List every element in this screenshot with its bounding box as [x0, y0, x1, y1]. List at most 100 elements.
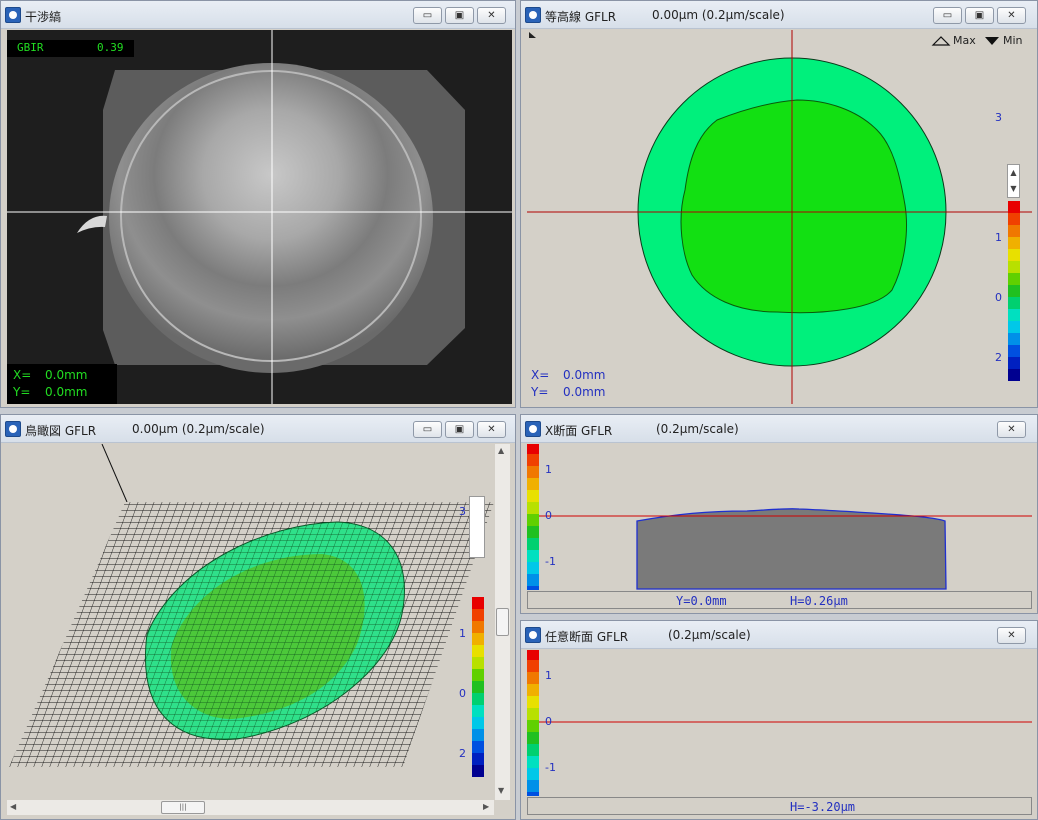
close-button[interactable]: ✕ [997, 627, 1026, 644]
color-scale-segment [527, 526, 539, 538]
scroll-down-arrow-icon[interactable]: ▼ [498, 786, 504, 795]
horizontal-scrollbar[interactable]: ◀ ||| ▶ [7, 800, 494, 815]
vertical-scrollbar[interactable]: ▲ ▼ [495, 444, 510, 800]
color-scale-segment [527, 744, 539, 756]
close-button[interactable]: ✕ [997, 7, 1026, 24]
app-icon [525, 627, 541, 643]
color-scale-segment [472, 657, 484, 669]
scale-tick-1: 1 [459, 627, 466, 640]
scale-spin-control[interactable] [469, 496, 485, 558]
color-scale-segment [1008, 261, 1020, 273]
color-scale-segment [1008, 237, 1020, 249]
color-scale-segment [472, 633, 484, 645]
gbir-label: GBIR [17, 41, 44, 54]
maximize-button[interactable]: ▣ [445, 421, 474, 438]
color-scale-segment [527, 586, 539, 590]
close-button[interactable]: ✕ [477, 7, 506, 24]
color-scale-segment [472, 705, 484, 717]
y-coord-value: 0.0mm [45, 385, 88, 399]
vertical-scroll-thumb[interactable] [496, 608, 509, 636]
color-scale-segment [472, 729, 484, 741]
scale-tick-1: 1 [545, 669, 552, 682]
y-coord-value: 0.0mm [563, 385, 606, 399]
scale-tick-1: 1 [545, 463, 552, 476]
y-position-status: Y=0.0mm [676, 594, 727, 608]
minimize-button[interactable]: ▭ [413, 421, 442, 438]
gbir-value: 0.39 [97, 41, 124, 54]
color-scale-segment [1008, 309, 1020, 321]
x-section-window: X断面 GFLR (0.2μm/scale) ✕ 1 0 -1 Y=0.0mm … [520, 414, 1038, 614]
maximize-button[interactable]: ▣ [445, 7, 474, 24]
color-scale-segment [527, 756, 539, 768]
maximize-button[interactable]: ▣ [965, 7, 994, 24]
color-scale-segment [527, 562, 539, 574]
color-scale-segment [527, 708, 539, 720]
scale-tick-minus1: -1 [545, 761, 556, 774]
color-scale-segment [1008, 285, 1020, 297]
color-scale-segment [472, 645, 484, 657]
horizontal-scroll-thumb[interactable]: ||| [161, 801, 205, 814]
x-section-titlebar[interactable]: X断面 GFLR (0.2μm/scale) ✕ [521, 415, 1037, 443]
scale-spin-control[interactable]: ▲ ▼ [1007, 164, 1020, 198]
color-scale-segment [527, 502, 539, 514]
color-scale-segment [472, 681, 484, 693]
scale-tick-minus1: -1 [545, 555, 556, 568]
x-coord-label: X= [531, 368, 550, 382]
legend-max-label: Max [953, 34, 976, 47]
color-scale-segment [1008, 333, 1020, 345]
scale-tick-0: 0 [995, 291, 1002, 304]
x-section-svg [539, 508, 1032, 590]
scale-text: 0.00μm (0.2μm/scale) [652, 8, 785, 22]
scale-text: (0.2μm/scale) [656, 422, 739, 436]
scroll-up-arrow-icon[interactable]: ▲ [498, 446, 504, 455]
minimize-button[interactable]: ▭ [933, 7, 962, 24]
color-scale-segment [527, 684, 539, 696]
arbitrary-section-plot-area[interactable]: 1 0 -1 [527, 650, 1032, 796]
window-title: 鳥瞰図 GFLR [25, 424, 97, 438]
color-scale-segment [1008, 213, 1020, 225]
color-scale-segment [527, 454, 539, 466]
contour-window: 等高線 GFLR 0.00μm (0.2μm/scale) ▭ ▣ ✕ Max … [520, 0, 1038, 408]
close-button[interactable]: ✕ [477, 421, 506, 438]
scale-text: (0.2μm/scale) [668, 628, 751, 642]
x-section-plot-area[interactable]: 1 0 -1 [527, 444, 1032, 590]
color-scale-segment [527, 720, 539, 732]
y-coord-label: Y= [531, 385, 549, 399]
wafer-disk [109, 63, 433, 373]
interference-titlebar[interactable]: 干渉縞 ▭ ▣ ✕ [1, 1, 515, 29]
birdseye-titlebar[interactable]: 鳥瞰図 GFLR 0.00μm (0.2μm/scale) ▭ ▣ ✕ [1, 415, 515, 443]
arbitrary-section-statusbar: H=-3.20μm [527, 797, 1032, 815]
height-status: H=0.26μm [790, 594, 848, 608]
fringe-image-svg [7, 30, 512, 404]
gbir-readout: GBIR 0.39 [7, 40, 134, 57]
contour-plot-area[interactable]: Max Min 3 1 0 2 ▲ ▼ X= 0.0mm Y= 0.0mm [527, 30, 1032, 404]
birdseye-plot-area[interactable]: 3 1 0 2 [7, 444, 494, 800]
y-coord-label: Y= [13, 385, 31, 399]
interference-image[interactable]: GBIR 0.39 X= 0.0mm Y= 0.0mm [7, 30, 512, 404]
corner-marker-icon [529, 32, 536, 38]
color-scale-segment [527, 550, 539, 562]
cross-section-profile [636, 508, 947, 590]
scroll-left-arrow-icon[interactable]: ◀ [10, 802, 16, 811]
color-scale-segment [1008, 225, 1020, 237]
contour-titlebar[interactable]: 等高線 GFLR 0.00μm (0.2μm/scale) ▭ ▣ ✕ [521, 1, 1037, 29]
scale-tick-0: 0 [459, 687, 466, 700]
window-title: 干渉縞 [25, 10, 62, 24]
max-marker-icon [931, 36, 951, 46]
color-scale-segment [472, 741, 484, 753]
scale-tick-0: 0 [545, 509, 552, 522]
min-marker-icon [985, 37, 999, 45]
app-icon [525, 7, 541, 23]
scroll-right-arrow-icon[interactable]: ▶ [483, 802, 489, 811]
birdseye-svg [9, 444, 494, 767]
color-scale-segment [527, 650, 539, 660]
close-button[interactable]: ✕ [997, 421, 1026, 438]
arbitrary-section-titlebar[interactable]: 任意断面 GFLR (0.2μm/scale) ✕ [521, 621, 1037, 649]
contour-inner-region [680, 99, 907, 314]
color-scale-segment [527, 538, 539, 550]
color-scale-segment [472, 609, 484, 621]
scale-tick-3: 3 [995, 111, 1002, 124]
color-scale-segment [472, 669, 484, 681]
color-scale-segment [527, 792, 539, 796]
minimize-button[interactable]: ▭ [413, 7, 442, 24]
